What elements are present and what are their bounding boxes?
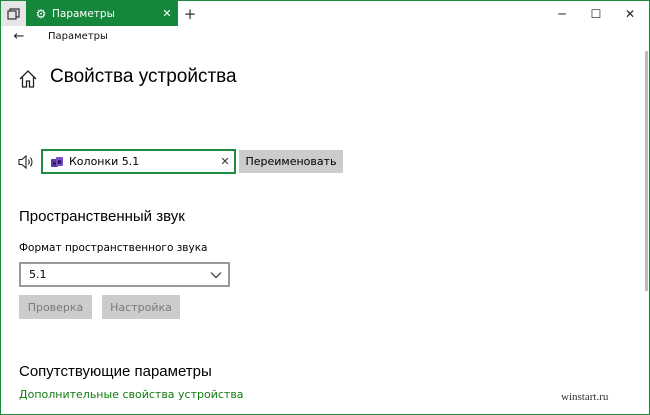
spatial-sound-heading: Пространственный звук	[19, 208, 185, 225]
back-arrow-icon[interactable]: ←	[9, 26, 29, 46]
watermark: winstart.ru	[561, 391, 609, 403]
gear-icon: ⚙	[35, 6, 47, 21]
page-title: Свойства устройства	[50, 66, 237, 87]
minimize-icon[interactable]: ─	[545, 1, 579, 26]
rename-button[interactable]: Переименовать	[239, 150, 343, 173]
additional-device-properties-link[interactable]: Дополнительные свойства устройства	[19, 388, 244, 401]
clear-icon[interactable]: ✕	[216, 155, 234, 168]
maximize-icon[interactable]: ☐	[579, 1, 613, 26]
related-settings-heading: Сопутствующие параметры	[19, 363, 212, 380]
title-bar: ⚙ Параметры ✕ + ─ ☐ ✕	[1, 1, 649, 26]
configure-button[interactable]: Настройка	[102, 295, 180, 319]
tab-switcher-icon	[7, 7, 20, 20]
test-button[interactable]: Проверка	[19, 295, 92, 319]
device-icon	[51, 156, 63, 167]
tab-title: Параметры	[52, 7, 115, 20]
tab-switcher-button[interactable]	[1, 1, 26, 26]
plus-icon[interactable]: +	[178, 1, 202, 26]
close-icon[interactable]: ✕	[156, 7, 178, 20]
nav-title: Параметры	[48, 31, 108, 42]
tab-settings[interactable]: ⚙ Параметры ✕	[26, 1, 178, 26]
speaker-icon	[18, 154, 33, 170]
spatial-format-value: 5.1	[29, 268, 47, 281]
home-icon[interactable]	[18, 69, 38, 89]
spatial-format-select[interactable]: 5.1	[19, 262, 230, 287]
chevron-down-icon	[204, 269, 228, 281]
window-close-button[interactable]: ✕	[613, 1, 647, 26]
scrollbar[interactable]	[645, 51, 648, 291]
device-name-input[interactable]: Колонки 5.1 ✕	[41, 149, 236, 174]
device-name-value: Колонки 5.1	[69, 155, 140, 168]
spatial-format-label: Формат пространственного звука	[19, 242, 208, 254]
